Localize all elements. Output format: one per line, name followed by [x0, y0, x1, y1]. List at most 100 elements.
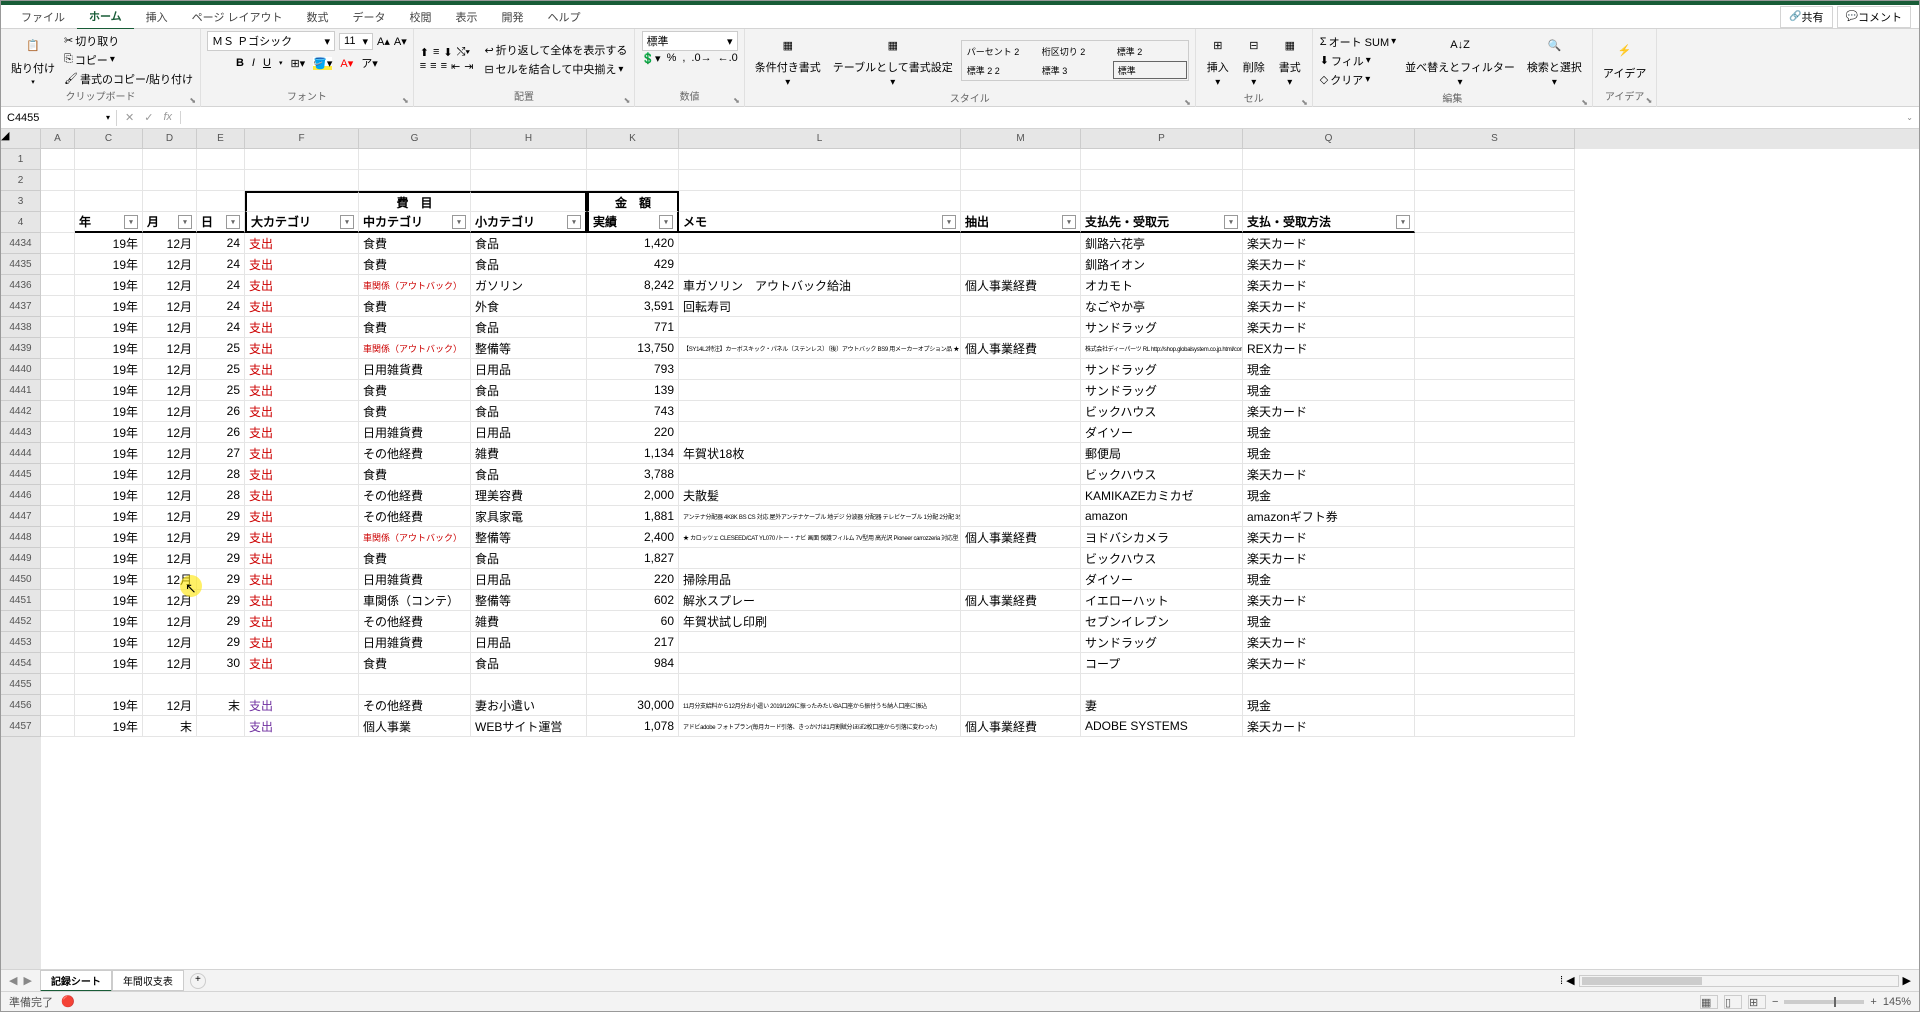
cell[interactable]: 19年	[75, 359, 143, 380]
cell[interactable]	[359, 674, 471, 695]
cell[interactable]: メモ▾	[679, 212, 961, 233]
cell[interactable]: 支出	[245, 527, 359, 548]
cell[interactable]: 食費	[359, 653, 471, 674]
cell[interactable]: 支出	[245, 548, 359, 569]
cell[interactable]: 12月	[143, 338, 197, 359]
filter-icon[interactable]: ▾	[1224, 215, 1238, 229]
cell[interactable]: 楽天カード	[1243, 317, 1415, 338]
clear-button[interactable]: ◇クリア ▾	[1319, 71, 1397, 89]
cell[interactable]: 支出	[245, 485, 359, 506]
cell[interactable]: 末	[197, 695, 245, 716]
cell[interactable]: 771	[587, 317, 679, 338]
row-header[interactable]: 2	[1, 170, 41, 191]
cell[interactable]: 現金	[1243, 611, 1415, 632]
cell[interactable]: 支出	[245, 506, 359, 527]
cell[interactable]: 年賀状18枚	[679, 443, 961, 464]
cell[interactable]	[41, 233, 75, 254]
cell[interactable]: 整備等	[471, 590, 587, 611]
cell[interactable]: セブンイレブン	[1081, 611, 1243, 632]
cell[interactable]: 12月	[143, 422, 197, 443]
cell[interactable]	[41, 611, 75, 632]
zoom-in-icon[interactable]: +	[1870, 996, 1876, 1008]
percent-icon[interactable]: %	[667, 52, 677, 65]
cell[interactable]	[359, 149, 471, 170]
font-name-combo[interactable]: ＭＳ Ｐゴシック▾	[207, 31, 335, 51]
cell[interactable]: 食品	[471, 254, 587, 275]
row-header[interactable]: 4440	[1, 359, 41, 380]
cell[interactable]: 雑費	[471, 611, 587, 632]
cell[interactable]: 25	[197, 359, 245, 380]
cell[interactable]	[679, 149, 961, 170]
tab-help[interactable]: ヘルプ	[536, 5, 593, 29]
cell[interactable]	[961, 506, 1081, 527]
wrap-text-button[interactable]: ↩折り返して全体を表示する	[483, 41, 628, 59]
font-color-button[interactable]: A▾	[340, 57, 353, 70]
view-page-icon[interactable]: ▯	[1724, 995, 1742, 1009]
cell[interactable]: 年賀状試し印刷	[679, 611, 961, 632]
align-bot-icon[interactable]: ⬇	[443, 46, 452, 59]
cell[interactable]: 食費	[359, 380, 471, 401]
cell[interactable]: 12月	[143, 254, 197, 275]
cell[interactable]: 支出	[245, 380, 359, 401]
cell[interactable]: 12月	[143, 275, 197, 296]
cell[interactable]	[41, 548, 75, 569]
cell[interactable]: 日用雑貨費	[359, 569, 471, 590]
cell[interactable]	[41, 359, 75, 380]
cell[interactable]	[41, 590, 75, 611]
cell[interactable]	[961, 359, 1081, 380]
cell[interactable]	[961, 485, 1081, 506]
cell[interactable]	[75, 170, 143, 191]
cell[interactable]	[679, 422, 961, 443]
cell[interactable]	[471, 674, 587, 695]
tab-file[interactable]: ファイル	[9, 5, 77, 29]
record-macro-icon[interactable]: 🔴	[61, 995, 75, 1008]
cell[interactable]: 郵便局	[1081, 443, 1243, 464]
cell[interactable]: 外食	[471, 296, 587, 317]
cell[interactable]: ADOBE SYSTEMS	[1081, 716, 1243, 737]
cell[interactable]: 24	[197, 296, 245, 317]
cell[interactable]	[41, 254, 75, 275]
select-all-corner[interactable]: ◢	[1, 129, 41, 149]
cell[interactable]	[679, 254, 961, 275]
cell[interactable]: 楽天カード	[1243, 254, 1415, 275]
cell[interactable]	[197, 674, 245, 695]
cell[interactable]	[587, 674, 679, 695]
fill-color-button[interactable]: 🪣▾	[313, 57, 332, 70]
cell[interactable]	[1081, 674, 1243, 695]
cell[interactable]: 実績▾	[587, 212, 679, 233]
currency-icon[interactable]: 💲▾	[641, 52, 660, 65]
cell[interactable]: 1,827	[587, 548, 679, 569]
cell[interactable]: 食品	[471, 401, 587, 422]
cell[interactable]: 26	[197, 422, 245, 443]
row-header[interactable]: 4443	[1, 422, 41, 443]
enter-formula-icon[interactable]: ✓	[144, 111, 153, 124]
cell[interactable]: 食品	[471, 653, 587, 674]
cell[interactable]: 27	[197, 443, 245, 464]
cell[interactable]	[41, 401, 75, 422]
cell[interactable]: 1,134	[587, 443, 679, 464]
cell[interactable]: 793	[587, 359, 679, 380]
cell[interactable]: 車関係（アウトバック）	[359, 338, 471, 359]
row-header[interactable]: 4446	[1, 485, 41, 506]
row-header[interactable]: 4450	[1, 569, 41, 590]
cell[interactable]: 楽天カード	[1243, 233, 1415, 254]
cell[interactable]	[961, 149, 1081, 170]
cell[interactable]: 19年	[75, 254, 143, 275]
cell[interactable]	[679, 401, 961, 422]
cell[interactable]: 楽天カード	[1243, 401, 1415, 422]
cell[interactable]	[1415, 443, 1575, 464]
cell[interactable]	[961, 233, 1081, 254]
cell[interactable]: サンドラッグ	[1081, 359, 1243, 380]
cell[interactable]	[245, 191, 359, 212]
cell[interactable]: 19年	[75, 464, 143, 485]
sheet-nav-prev-icon[interactable]: ◀	[9, 974, 17, 987]
cell[interactable]: サンドラッグ	[1081, 317, 1243, 338]
cell[interactable]: 12月	[143, 443, 197, 464]
cell[interactable]	[961, 170, 1081, 191]
cell[interactable]: 217	[587, 632, 679, 653]
row-header[interactable]: 4442	[1, 401, 41, 422]
cell[interactable]: 12月	[143, 590, 197, 611]
cell[interactable]	[143, 191, 197, 212]
cell[interactable]: 支出	[245, 716, 359, 737]
cell[interactable]: オカモト	[1081, 275, 1243, 296]
